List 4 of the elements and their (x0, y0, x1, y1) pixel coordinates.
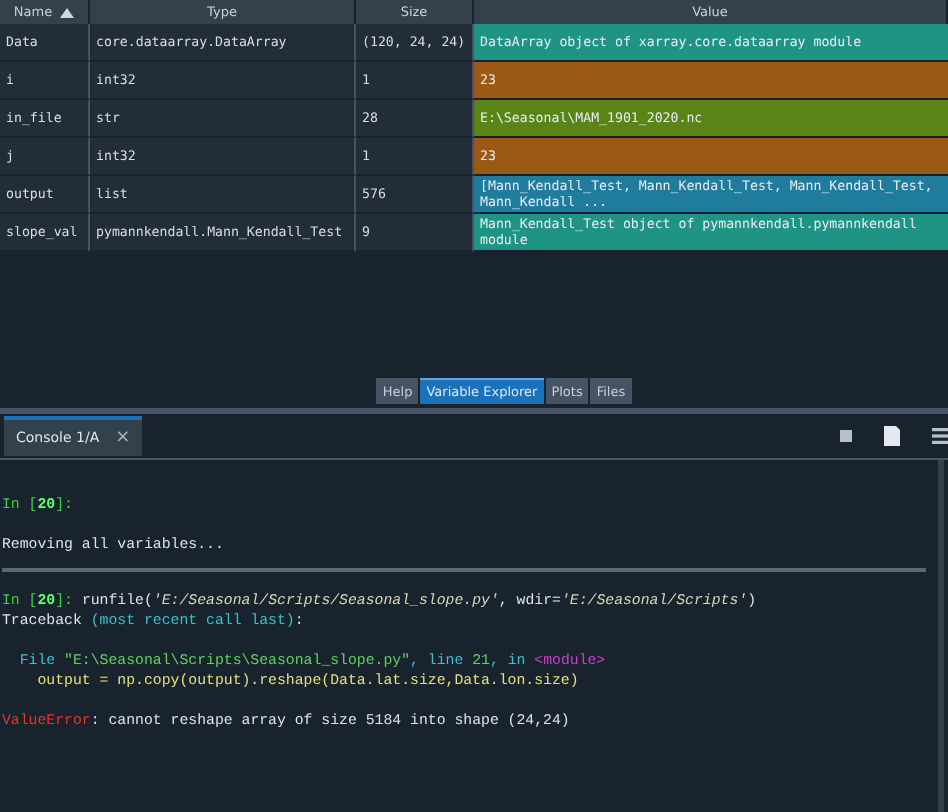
page-icon[interactable] (884, 426, 900, 446)
menu-icon[interactable] (932, 428, 948, 444)
close-button[interactable]: × (115, 428, 131, 448)
sort-icon (60, 7, 75, 17)
